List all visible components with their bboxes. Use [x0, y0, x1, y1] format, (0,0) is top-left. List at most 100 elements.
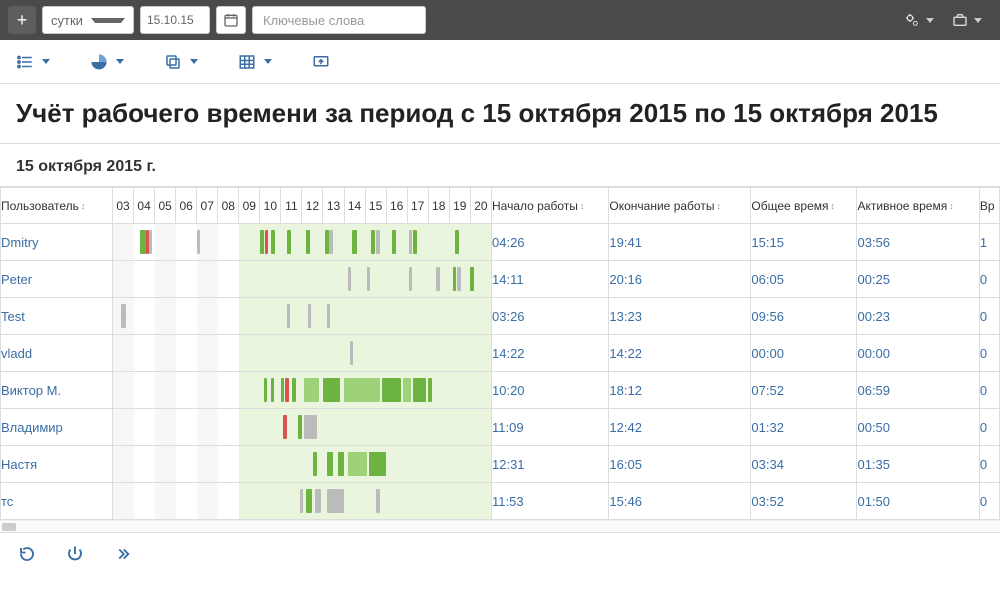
user-cell[interactable]: Test	[1, 298, 113, 335]
col-total[interactable]: Общее время↕	[751, 188, 857, 224]
activity-segment	[292, 378, 296, 402]
table-row[interactable]: Test03:2613:2309:5600:230	[1, 298, 1000, 335]
last-cell: 0	[979, 298, 999, 335]
activity-segment	[313, 452, 317, 476]
hour-col-18: 18	[428, 188, 449, 224]
user-cell[interactable]: тс	[1, 483, 113, 520]
col-active[interactable]: Активное время↕	[857, 188, 979, 224]
col-end[interactable]: Окончание работы↕	[609, 188, 751, 224]
activity-segment	[323, 378, 340, 402]
keywords-input[interactable]: Ключевые слова	[252, 6, 426, 34]
activity-segment	[350, 341, 353, 365]
start-cell: 03:26	[492, 298, 609, 335]
activity-segment	[315, 489, 321, 513]
active-cell: 01:50	[857, 483, 979, 520]
end-cell: 19:41	[609, 224, 751, 261]
active-cell: 00:00	[857, 335, 979, 372]
user-cell[interactable]: Dmitry	[1, 224, 113, 261]
sort-icon: ↕	[81, 201, 84, 211]
timeline-cell	[113, 298, 492, 335]
total-cell: 15:15	[751, 224, 857, 261]
activity-segment	[348, 267, 351, 291]
sort-icon: ↕	[580, 201, 583, 211]
activity-segment	[413, 378, 426, 402]
user-cell[interactable]: Peter	[1, 261, 113, 298]
scroll-thumb[interactable]	[2, 523, 16, 531]
table-row[interactable]: Peter14:1120:1606:0500:250	[1, 261, 1000, 298]
table-row[interactable]: vladd14:2214:2200:0000:000	[1, 335, 1000, 372]
total-cell: 07:52	[751, 372, 857, 409]
col-user[interactable]: Пользователь↕	[1, 188, 113, 224]
bottom-toolbar	[0, 532, 1000, 574]
table-row[interactable]: Dmitry04:2619:4115:1503:561	[1, 224, 1000, 261]
last-cell: 0	[979, 261, 999, 298]
total-cell: 00:00	[751, 335, 857, 372]
activity-segment	[304, 415, 317, 439]
table-row[interactable]: Настя12:3116:0503:3401:350	[1, 446, 1000, 483]
period-select-value: сутки	[43, 13, 91, 28]
end-cell: 12:42	[609, 409, 751, 446]
activity-segment	[329, 230, 333, 254]
screen-export-icon	[312, 53, 330, 71]
hour-col-05: 05	[155, 188, 176, 224]
last-cell: 0	[979, 335, 999, 372]
start-cell: 11:09	[492, 409, 609, 446]
copy-icon	[164, 53, 182, 71]
user-cell[interactable]: Владимир	[1, 409, 113, 446]
col-start[interactable]: Начало работы↕	[492, 188, 609, 224]
hour-col-04: 04	[134, 188, 155, 224]
active-cell: 00:23	[857, 298, 979, 335]
export-button[interactable]	[312, 53, 330, 71]
add-button[interactable]: +	[8, 6, 36, 34]
start-cell: 11:53	[492, 483, 609, 520]
timeline-cell	[113, 409, 492, 446]
user-cell[interactable]: Виктор М.	[1, 372, 113, 409]
last-cell: 0	[979, 483, 999, 520]
user-cell[interactable]: vladd	[1, 335, 113, 372]
period-select[interactable]: сутки	[42, 6, 134, 34]
power-button[interactable]	[66, 545, 84, 563]
end-cell: 13:23	[609, 298, 751, 335]
table-menu[interactable]	[238, 53, 272, 71]
activity-segment	[392, 230, 396, 254]
end-cell: 16:05	[609, 446, 751, 483]
hour-col-10: 10	[260, 188, 281, 224]
total-cell: 06:05	[751, 261, 857, 298]
chart-menu[interactable]	[90, 53, 124, 71]
keywords-placeholder: Ключевые слова	[253, 13, 374, 28]
timeline-cell	[113, 372, 492, 409]
table-row[interactable]: Владимир11:0912:4201:3200:500	[1, 409, 1000, 446]
date-input[interactable]: 15.10.15	[140, 6, 210, 34]
table-row[interactable]: тс11:5315:4603:5201:500	[1, 483, 1000, 520]
calendar-icon	[223, 12, 239, 28]
activity-segment	[121, 304, 125, 328]
activity-segment	[287, 230, 291, 254]
time-tracking-table: Пользователь↕ 03040506070809101112131415…	[0, 187, 1000, 520]
settings-menu[interactable]	[904, 12, 934, 28]
active-cell: 00:25	[857, 261, 979, 298]
table-row[interactable]: Виктор М.10:2018:1207:5206:590	[1, 372, 1000, 409]
user-cell[interactable]: Настя	[1, 446, 113, 483]
activity-segment	[308, 304, 311, 328]
calendar-button[interactable]	[216, 6, 246, 34]
list-view-menu[interactable]	[16, 53, 50, 71]
activity-segment	[382, 378, 401, 402]
refresh-button[interactable]	[18, 545, 36, 563]
horizontal-scrollbar[interactable]	[0, 520, 1000, 532]
expand-button[interactable]	[114, 545, 132, 563]
briefcase-icon	[952, 12, 968, 28]
archive-menu[interactable]	[952, 12, 982, 28]
end-cell: 18:12	[609, 372, 751, 409]
activity-segment	[369, 452, 386, 476]
list-icon	[16, 53, 34, 71]
timeline-cell	[113, 224, 492, 261]
activity-segment	[271, 230, 275, 254]
total-cell: 03:34	[751, 446, 857, 483]
activity-segment	[304, 378, 319, 402]
col-last[interactable]: Вр	[979, 188, 999, 224]
timeline-cell	[113, 483, 492, 520]
table-container: Пользователь↕ 03040506070809101112131415…	[0, 186, 1000, 520]
activity-segment	[453, 267, 456, 291]
hour-col-06: 06	[176, 188, 197, 224]
copy-menu[interactable]	[164, 53, 198, 71]
